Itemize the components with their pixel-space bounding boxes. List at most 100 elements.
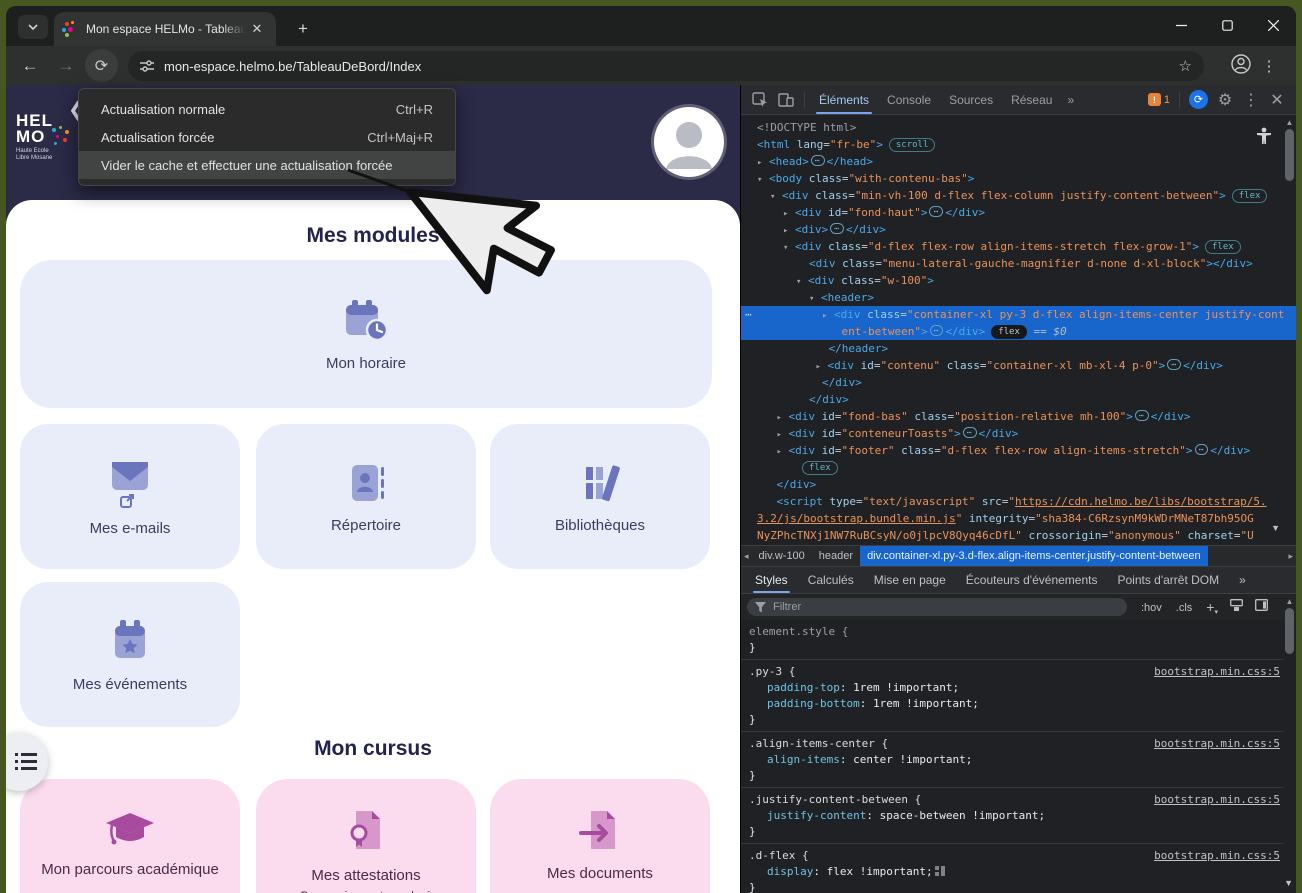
dom-tree-line[interactable]: ▸<div id="fond-haut">⋯</div>: [741, 204, 1296, 221]
breadcrumb-scroll-right-icon[interactable]: ▸: [1285, 551, 1296, 562]
css-property[interactable]: display: flex !important;: [749, 864, 1280, 880]
context-menu-item[interactable]: Actualisation forcéeCtrl+Maj+R: [79, 123, 455, 151]
toggle-hov[interactable]: :hov: [1141, 602, 1162, 614]
dom-scrollbar[interactable]: ▲: [1284, 118, 1295, 542]
devtools-tab-console[interactable]: Console: [878, 85, 940, 114]
inspect-element-icon[interactable]: [749, 89, 771, 111]
styles-filter-input[interactable]: Filtrer: [747, 598, 1127, 616]
accessibility-person-icon[interactable]: [1256, 127, 1272, 150]
css-selector[interactable]: .justify-content-between {: [749, 792, 921, 808]
dom-tree-line[interactable]: ▾<div class="d-flex flex-row align-items…: [741, 238, 1296, 255]
dom-tree-line[interactable]: ▸<head>⋯</head>: [741, 153, 1296, 170]
styles-tab-mise-en-page[interactable]: Mise en page: [864, 567, 956, 593]
card-calendar-star[interactable]: Mes événements: [20, 582, 240, 727]
dom-tree-line[interactable]: flex: [741, 459, 1296, 476]
close-button[interactable]: [1250, 6, 1296, 44]
site-settings-icon[interactable]: [140, 60, 154, 72]
issues-badge[interactable]: ! 1: [1148, 93, 1170, 106]
collapsed-content-icon[interactable]: ⋯: [929, 206, 943, 217]
dom-tree-line[interactable]: ▸<div id="contenu" class="container-xl m…: [741, 357, 1296, 374]
more-tabs-icon[interactable]: »: [1061, 93, 1080, 107]
stylesheet-link[interactable]: bootstrap.min.css:5: [1146, 848, 1280, 864]
dom-tree-line[interactable]: ▾<header>: [741, 289, 1296, 306]
dom-tree-line[interactable]: </div>: [741, 391, 1296, 408]
url-bar[interactable]: mon-espace.helmo.be/TableauDeBord/Index …: [128, 51, 1204, 81]
styles-more-tabs-icon[interactable]: »: [1229, 567, 1256, 593]
settings-gear-icon[interactable]: ⚙: [1214, 89, 1236, 111]
reload-button[interactable]: ⟳: [85, 49, 118, 82]
css-property[interactable]: padding-bottom: 1rem !important;: [749, 696, 1280, 712]
dom-tree-line[interactable]: ▸<div id="footer" class="d-flex flex-row…: [741, 442, 1296, 459]
dom-tree-line[interactable]: NyZPhcTNXj1NW7RuBCsyN/o0jlpcV8Qyq46cDfL"…: [741, 527, 1296, 544]
context-menu-item[interactable]: Actualisation normaleCtrl+R: [79, 95, 455, 123]
new-style-rule-button[interactable]: +▾: [1206, 599, 1218, 616]
card-certificate[interactable]: Mes attestationsProgressivement remplacé: [256, 779, 476, 893]
computed-styles-icon[interactable]: [1230, 598, 1243, 616]
dom-tree-line[interactable]: ▾<div class="w-100">: [741, 272, 1296, 289]
tab-search-button[interactable]: [18, 15, 48, 39]
css-property[interactable]: align-items: center !important;: [749, 752, 1280, 768]
card-mon-horaire[interactable]: Mon horaire: [20, 260, 712, 408]
maximize-button[interactable]: [1204, 6, 1250, 44]
stylesheet-link[interactable]: bootstrap.min.css:5: [1146, 792, 1280, 808]
card-grad-cap[interactable]: Mon parcours académique: [20, 779, 240, 893]
stylesheet-link[interactable]: bootstrap.min.css:5: [1146, 664, 1280, 680]
collapsed-content-icon[interactable]: ⋯: [1135, 410, 1149, 421]
context-menu-item[interactable]: Vider le cache et effectuer une actualis…: [79, 151, 455, 179]
styles-tab-points-d-arr-t-dom[interactable]: Points d'arrêt DOM: [1107, 567, 1229, 593]
devtools-sync-icon[interactable]: ⟳: [1189, 90, 1208, 109]
dom-tree-line[interactable]: </header>: [741, 340, 1296, 357]
collapsed-content-icon[interactable]: ⋯: [1195, 444, 1209, 455]
styles-tab-calcul-s[interactable]: Calculés: [798, 567, 864, 593]
dom-tree-line[interactable]: <div class="menu-lateral-gauche-magnifie…: [741, 255, 1296, 272]
styles-tab--couteurs-d-v-nements[interactable]: Écouteurs d'événements: [956, 567, 1108, 593]
url-text[interactable]: mon-espace.helmo.be/TableauDeBord/Index: [164, 59, 1179, 74]
dom-tree-line[interactable]: </div>: [741, 476, 1296, 493]
browser-menu-icon[interactable]: ⋮: [1256, 53, 1282, 79]
breadcrumb-item[interactable]: div.w-100: [752, 546, 812, 566]
css-selector[interactable]: .py-3 {: [749, 664, 795, 680]
card-doc-arrow[interactable]: Mes documents: [490, 779, 710, 893]
collapsed-content-icon[interactable]: ⋯: [1167, 359, 1181, 370]
collapsed-content-icon[interactable]: ⋯: [930, 325, 944, 336]
profile-icon[interactable]: [1230, 53, 1252, 80]
css-selector[interactable]: .d-flex {: [749, 848, 809, 864]
minimize-button[interactable]: [1158, 6, 1204, 44]
breadcrumb-item[interactable]: div.container-xl.py-3.d-flex.align-items…: [860, 546, 1208, 566]
dom-tree-line[interactable]: </div>: [741, 374, 1296, 391]
css-rule[interactable]: .d-flex { bootstrap.min.css:5display: fle…: [741, 844, 1284, 893]
dom-tree-line[interactable]: <!DOCTYPE html>: [741, 119, 1296, 136]
devtools-tab-éléments[interactable]: Éléments: [810, 85, 878, 114]
dom-tree-line[interactable]: <html lang="fr-be">scroll: [741, 136, 1296, 153]
new-tab-button[interactable]: +: [290, 16, 316, 42]
devtools-tab-sources[interactable]: Sources: [940, 85, 1002, 114]
card-books[interactable]: Bibliothèques: [490, 424, 710, 569]
collapsed-content-icon[interactable]: ⋯: [963, 427, 977, 438]
avatar[interactable]: [654, 107, 724, 177]
styles-scrollbar[interactable]: ▲: [1284, 597, 1295, 697]
devtools-menu-icon[interactable]: ⋮: [1240, 89, 1262, 111]
bookmark-star-icon[interactable]: ☆: [1179, 57, 1192, 75]
toggle-cls[interactable]: .cls: [1176, 602, 1193, 614]
dom-tree-line[interactable]: ▾<div class="min-vh-100 d-flex flex-colu…: [741, 187, 1296, 204]
dom-tree-line[interactable]: <script type="text/javascript" src="http…: [741, 493, 1296, 510]
dom-tree-line[interactable]: ent-between">⋯</div>flex == $0: [741, 323, 1296, 340]
back-button[interactable]: ←: [14, 50, 46, 82]
css-property[interactable]: padding-top: 1rem !important;: [749, 680, 1280, 696]
devtools-tab-réseau[interactable]: Réseau: [1002, 85, 1061, 114]
sidebar-toggle-icon[interactable]: [1255, 598, 1268, 616]
css-rule[interactable]: .py-3 { bootstrap.min.css:5padding-top: 1…: [741, 660, 1284, 732]
forward-button[interactable]: →: [50, 50, 82, 82]
css-selector[interactable]: element.style {: [749, 624, 848, 640]
device-toolbar-icon[interactable]: [775, 89, 797, 111]
dom-tree-line[interactable]: 3.2/js/bootstrap.bundle.min.js" integrit…: [741, 510, 1296, 527]
helmo-logo[interactable]: HEL MO Haute EcoleLibre Mosane: [16, 113, 53, 162]
styles-tab-styles[interactable]: Styles: [745, 567, 798, 593]
collapsed-content-icon[interactable]: ⋯: [830, 223, 844, 234]
tab-close-icon[interactable]: ✕: [248, 20, 266, 38]
breadcrumb-item[interactable]: header: [812, 546, 860, 566]
css-selector[interactable]: .align-items-center {: [749, 736, 888, 752]
css-rule[interactable]: .align-items-center {bootstrap.min.css:5…: [741, 732, 1284, 788]
devtools-close-icon[interactable]: ✕: [1266, 89, 1288, 111]
dom-tree-line[interactable]: ▸<div id="conteneurToasts">⋯</div>: [741, 425, 1296, 442]
